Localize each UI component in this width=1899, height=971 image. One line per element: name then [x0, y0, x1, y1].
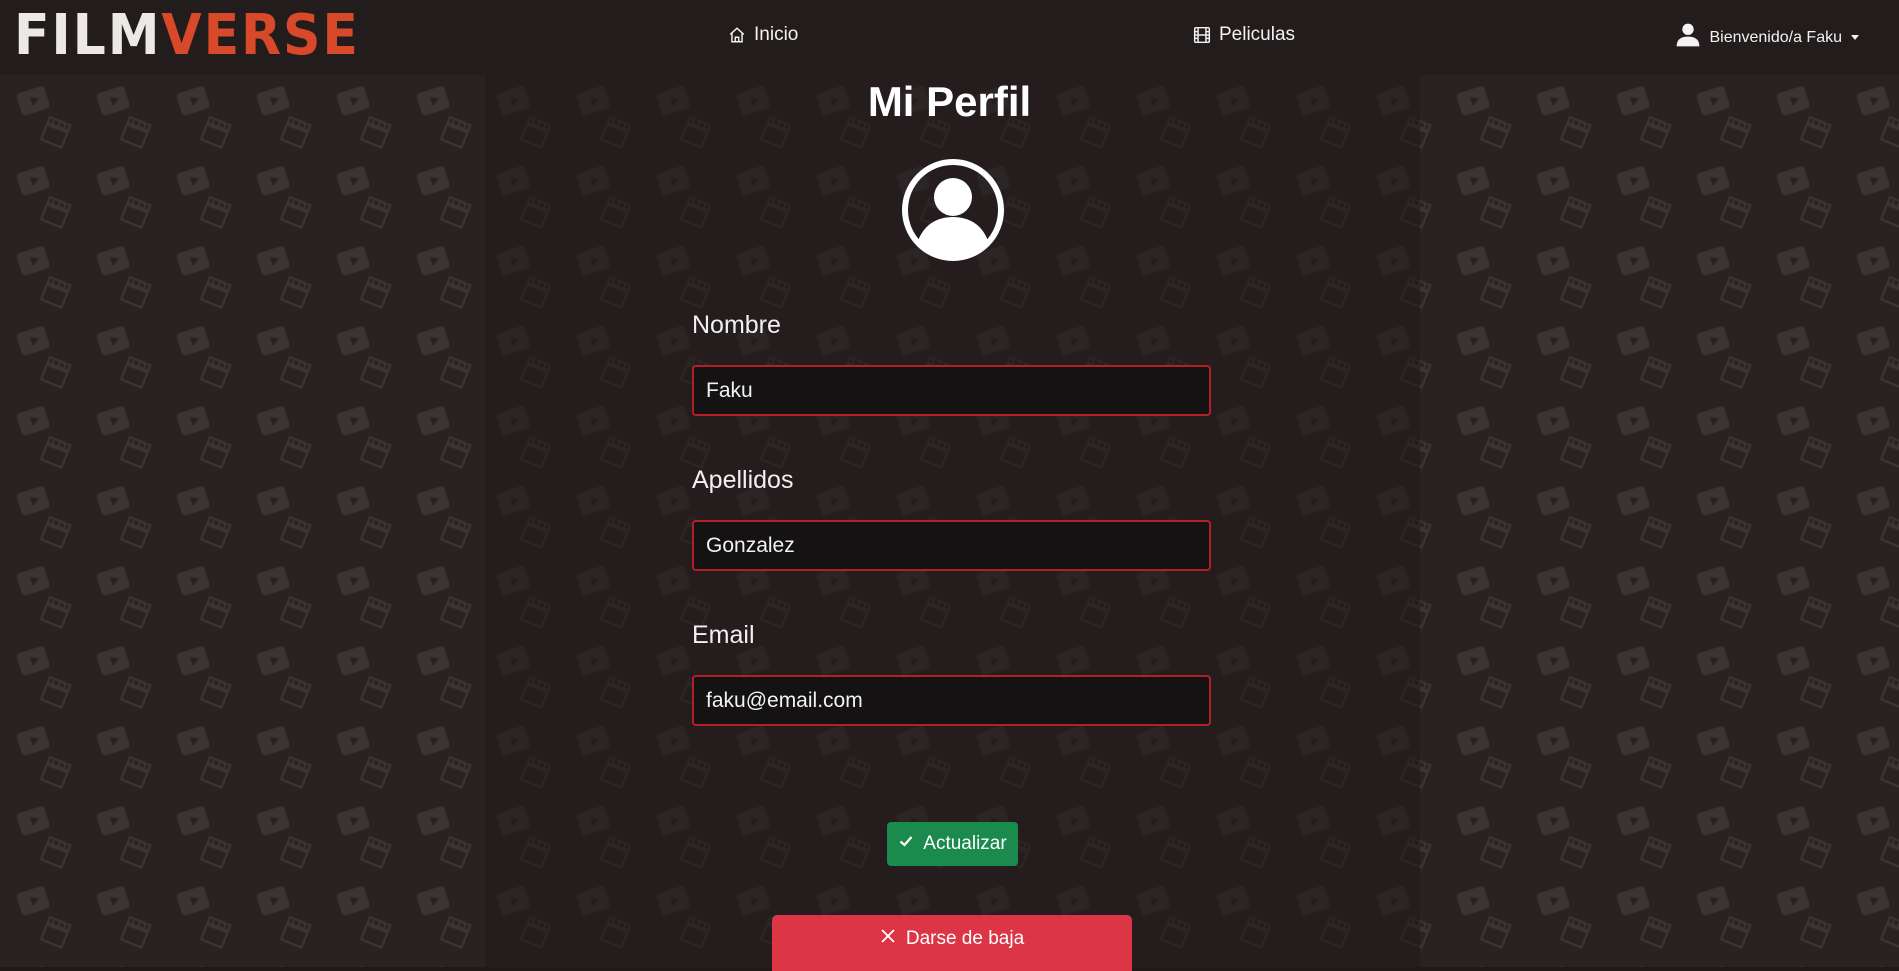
update-button-label: Actualizar — [923, 833, 1007, 854]
navbar: FILMVERSE Inicio Peliculas Bienvenido/a … — [0, 0, 1899, 75]
brand-logo-part2: VERSE — [161, 3, 360, 68]
nav-link-home[interactable]: Inicio — [728, 24, 798, 46]
film-icon — [1193, 26, 1211, 44]
email-input[interactable] — [692, 675, 1211, 726]
nav-link-movies[interactable]: Peliculas — [1193, 24, 1295, 46]
email-label: Email — [692, 621, 755, 649]
caret-down-icon — [1851, 35, 1859, 40]
nombre-label: Nombre — [692, 311, 781, 339]
unsubscribe-button-label: Darse de baja — [905, 927, 1025, 949]
nav-link-home-label: Inicio — [754, 24, 799, 45]
update-button[interactable]: Actualizar — [887, 822, 1018, 866]
unsubscribe-button[interactable]: Darse de baja — [772, 915, 1132, 971]
brand-logo-part1: FILM — [14, 3, 162, 68]
x-icon — [880, 928, 896, 950]
house-icon — [728, 26, 746, 44]
user-menu-dropdown[interactable]: Bienvenido/a Faku — [1675, 22, 1859, 53]
user-icon — [1675, 22, 1701, 53]
nombre-input[interactable] — [692, 365, 1211, 416]
apellidos-label: Apellidos — [692, 466, 794, 494]
check-icon — [898, 833, 914, 855]
nav-link-movies-label: Peliculas — [1219, 24, 1296, 45]
user-menu-label: Bienvenido/a Faku — [1709, 28, 1842, 46]
apellidos-input[interactable] — [692, 520, 1211, 571]
page-title: Mi Perfil — [867, 78, 1032, 125]
brand-logo[interactable]: FILMVERSE — [14, 8, 360, 64]
user-circle-icon — [900, 157, 1006, 263]
